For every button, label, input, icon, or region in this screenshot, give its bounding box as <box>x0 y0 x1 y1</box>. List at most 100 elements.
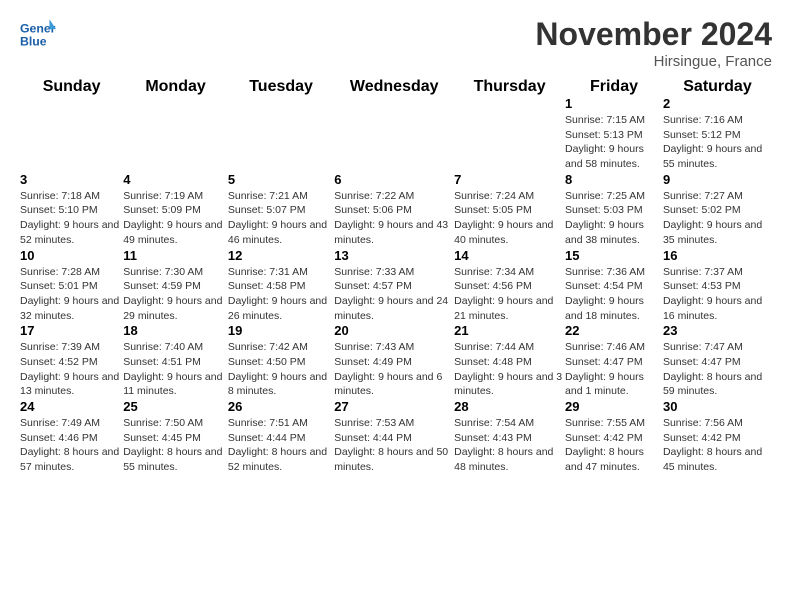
day-info: Sunrise: 7:51 AM Sunset: 4:44 PM Dayligh… <box>228 416 334 475</box>
calendar-cell: 11 Sunrise: 7:30 AM Sunset: 4:59 PM Dayli… <box>123 248 228 324</box>
day-number: 4 <box>123 172 228 187</box>
weekday-header: Monday <box>123 78 228 96</box>
calendar-cell: 29 Sunrise: 7:55 AM Sunset: 4:42 PM Dayli… <box>565 399 663 475</box>
calendar-cell: 1 Sunrise: 7:15 AM Sunset: 5:13 PM Daylig… <box>565 96 663 172</box>
day-info: Sunrise: 7:43 AM Sunset: 4:49 PM Dayligh… <box>334 340 454 399</box>
day-number: 19 <box>228 323 334 338</box>
logo-icon: General Blue <box>20 16 56 52</box>
day-number: 23 <box>663 323 772 338</box>
day-number: 10 <box>20 248 123 263</box>
page-header: General Blue November 2024 Hirsingue, Fr… <box>0 0 792 78</box>
calendar-cell: 10 Sunrise: 7:28 AM Sunset: 5:01 PM Dayli… <box>20 248 123 324</box>
day-info: Sunrise: 7:50 AM Sunset: 4:45 PM Dayligh… <box>123 416 228 475</box>
calendar-cell: 7 Sunrise: 7:24 AM Sunset: 5:05 PM Daylig… <box>454 172 565 248</box>
day-info: Sunrise: 7:30 AM Sunset: 4:59 PM Dayligh… <box>123 265 228 324</box>
calendar-cell: 20 Sunrise: 7:43 AM Sunset: 4:49 PM Dayli… <box>334 323 454 399</box>
day-info: Sunrise: 7:55 AM Sunset: 4:42 PM Dayligh… <box>565 416 663 475</box>
calendar-cell: 4 Sunrise: 7:19 AM Sunset: 5:09 PM Daylig… <box>123 172 228 248</box>
location: Hirsingue, France <box>535 53 772 70</box>
calendar-header: SundayMondayTuesdayWednesdayThursdayFrid… <box>20 78 772 96</box>
day-info: Sunrise: 7:31 AM Sunset: 4:58 PM Dayligh… <box>228 265 334 324</box>
day-info: Sunrise: 7:40 AM Sunset: 4:51 PM Dayligh… <box>123 340 228 399</box>
calendar-cell: 12Sunrise: 7:31 AM Sunset: 4:58 PM Dayli… <box>228 248 334 324</box>
day-info: Sunrise: 7:42 AM Sunset: 4:50 PM Dayligh… <box>228 340 334 399</box>
calendar-cell: 9 Sunrise: 7:27 AM Sunset: 5:02 PM Daylig… <box>663 172 772 248</box>
calendar-cell: 24 Sunrise: 7:49 AM Sunset: 4:46 PM Dayli… <box>20 399 123 475</box>
day-info: Sunrise: 7:37 AM Sunset: 4:53 PM Dayligh… <box>663 265 772 324</box>
day-info: Sunrise: 7:49 AM Sunset: 4:46 PM Dayligh… <box>20 416 123 475</box>
calendar-cell: 25Sunrise: 7:50 AM Sunset: 4:45 PM Dayli… <box>123 399 228 475</box>
day-info: Sunrise: 7:44 AM Sunset: 4:48 PM Dayligh… <box>454 340 565 399</box>
day-number: 16 <box>663 248 772 263</box>
day-info: Sunrise: 7:46 AM Sunset: 4:47 PM Dayligh… <box>565 340 663 399</box>
day-info: Sunrise: 7:39 AM Sunset: 4:52 PM Dayligh… <box>20 340 123 399</box>
calendar-cell: 23 Sunrise: 7:47 AM Sunset: 4:47 PM Dayli… <box>663 323 772 399</box>
logo: General Blue <box>20 16 60 52</box>
day-info: Sunrise: 7:54 AM Sunset: 4:43 PM Dayligh… <box>454 416 565 475</box>
day-number: 15 <box>565 248 663 263</box>
day-info: Sunrise: 7:22 AM Sunset: 5:06 PM Dayligh… <box>334 189 454 248</box>
calendar-cell: 5 Sunrise: 7:21 AM Sunset: 5:07 PM Daylig… <box>228 172 334 248</box>
calendar-cell <box>454 96 565 172</box>
day-number: 21 <box>454 323 565 338</box>
day-info: Sunrise: 7:34 AM Sunset: 4:56 PM Dayligh… <box>454 265 565 324</box>
calendar-cell: 27Sunrise: 7:53 AM Sunset: 4:44 PM Dayli… <box>334 399 454 475</box>
calendar-cell: 22 Sunrise: 7:46 AM Sunset: 4:47 PM Dayli… <box>565 323 663 399</box>
day-info: Sunrise: 7:33 AM Sunset: 4:57 PM Dayligh… <box>334 265 454 324</box>
weekday-row: SundayMondayTuesdayWednesdayThursdayFrid… <box>20 78 772 96</box>
calendar-week-row: 17 Sunrise: 7:39 AM Sunset: 4:52 PM Dayli… <box>20 323 772 399</box>
day-number: 20 <box>334 323 454 338</box>
day-info: Sunrise: 7:47 AM Sunset: 4:47 PM Dayligh… <box>663 340 772 399</box>
day-number: 26 <box>228 399 334 414</box>
svg-text:Blue: Blue <box>20 34 47 48</box>
calendar-cell: 3Sunrise: 7:18 AM Sunset: 5:10 PM Daylig… <box>20 172 123 248</box>
day-number: 9 <box>663 172 772 187</box>
day-info: Sunrise: 7:56 AM Sunset: 4:42 PM Dayligh… <box>663 416 772 475</box>
calendar-week-row: 10 Sunrise: 7:28 AM Sunset: 5:01 PM Dayli… <box>20 248 772 324</box>
day-info: Sunrise: 7:15 AM Sunset: 5:13 PM Dayligh… <box>565 113 663 172</box>
calendar-cell: 18 Sunrise: 7:40 AM Sunset: 4:51 PM Dayli… <box>123 323 228 399</box>
calendar-cell <box>228 96 334 172</box>
day-info: Sunrise: 7:21 AM Sunset: 5:07 PM Dayligh… <box>228 189 334 248</box>
calendar-week-row: 3Sunrise: 7:18 AM Sunset: 5:10 PM Daylig… <box>20 172 772 248</box>
day-number: 17 <box>20 323 123 338</box>
title-section: November 2024 Hirsingue, France <box>535 16 772 70</box>
day-number: 24 <box>20 399 123 414</box>
calendar-body: 1 Sunrise: 7:15 AM Sunset: 5:13 PM Daylig… <box>20 96 772 475</box>
weekday-header: Thursday <box>454 78 565 96</box>
day-number: 30 <box>663 399 772 414</box>
weekday-header: Saturday <box>663 78 772 96</box>
weekday-header: Friday <box>565 78 663 96</box>
calendar-cell: 2Sunrise: 7:16 AM Sunset: 5:12 PM Daylig… <box>663 96 772 172</box>
day-number: 22 <box>565 323 663 338</box>
day-number: 1 <box>565 96 663 111</box>
calendar-cell <box>334 96 454 172</box>
day-number: 8 <box>565 172 663 187</box>
day-number: 29 <box>565 399 663 414</box>
day-info: Sunrise: 7:27 AM Sunset: 5:02 PM Dayligh… <box>663 189 772 248</box>
calendar-cell: 28Sunrise: 7:54 AM Sunset: 4:43 PM Dayli… <box>454 399 565 475</box>
day-info: Sunrise: 7:19 AM Sunset: 5:09 PM Dayligh… <box>123 189 228 248</box>
day-number: 14 <box>454 248 565 263</box>
calendar-table: SundayMondayTuesdayWednesdayThursdayFrid… <box>20 78 772 475</box>
day-info: Sunrise: 7:24 AM Sunset: 5:05 PM Dayligh… <box>454 189 565 248</box>
day-info: Sunrise: 7:25 AM Sunset: 5:03 PM Dayligh… <box>565 189 663 248</box>
calendar-cell: 17 Sunrise: 7:39 AM Sunset: 4:52 PM Dayli… <box>20 323 123 399</box>
day-number: 5 <box>228 172 334 187</box>
calendar-cell: 14 Sunrise: 7:34 AM Sunset: 4:56 PM Dayli… <box>454 248 565 324</box>
calendar-week-row: 1 Sunrise: 7:15 AM Sunset: 5:13 PM Daylig… <box>20 96 772 172</box>
day-number: 13 <box>334 248 454 263</box>
calendar-cell: 15Sunrise: 7:36 AM Sunset: 4:54 PM Dayli… <box>565 248 663 324</box>
day-info: Sunrise: 7:28 AM Sunset: 5:01 PM Dayligh… <box>20 265 123 324</box>
day-number: 7 <box>454 172 565 187</box>
weekday-header: Tuesday <box>228 78 334 96</box>
calendar-cell: 6Sunrise: 7:22 AM Sunset: 5:06 PM Daylig… <box>334 172 454 248</box>
calendar-cell: 26 Sunrise: 7:51 AM Sunset: 4:44 PM Dayli… <box>228 399 334 475</box>
day-number: 2 <box>663 96 772 111</box>
day-number: 11 <box>123 248 228 263</box>
calendar-cell: 8 Sunrise: 7:25 AM Sunset: 5:03 PM Daylig… <box>565 172 663 248</box>
calendar-cell: 19 Sunrise: 7:42 AM Sunset: 4:50 PM Dayli… <box>228 323 334 399</box>
day-info: Sunrise: 7:18 AM Sunset: 5:10 PM Dayligh… <box>20 189 123 248</box>
day-number: 18 <box>123 323 228 338</box>
weekday-header: Wednesday <box>334 78 454 96</box>
